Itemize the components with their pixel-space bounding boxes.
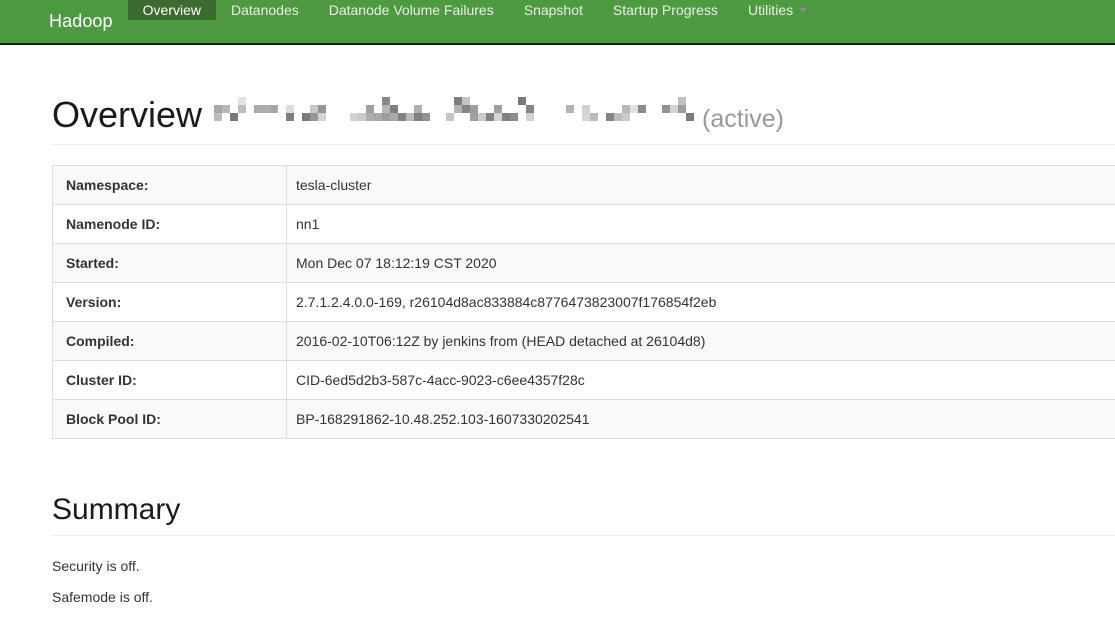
summary-header: Summary [52,479,1115,536]
table-cell-value: nn1 [286,203,1115,244]
table-row: Block Pool ID: BP-168291862-10.48.252.103… [52,398,1115,439]
summary-title: Summary [52,492,181,526]
overview-info-table-wrap: Namespace: tesla-cluster Namenode ID: nn1 St… [52,164,1115,439]
table-cell-key: Block Pool ID: [52,398,287,439]
status-safemode: Safemode is off. [52,588,153,605]
overview-info-table: Namespace: tesla-cluster Namenode ID: nn1 St… [52,164,1115,439]
nav-label: Utilities [747,2,794,18]
table-row: Compiled: 2016-02-10T06:12Z by jenkins fr… [52,320,1115,361]
nav-label: Datanode Volume Failures [328,2,494,18]
page-title: Overview (active) [52,95,1115,135]
table-cell-value: 2016-02-10T06:12Z by jenkins from (HEAD … [286,320,1115,361]
table-cell-key: Namespace: [52,164,287,205]
summary-status-list: Security is off. Safemode is off. [52,556,1115,607]
table-cell-key: Started: [52,242,287,283]
nav-label: Datanodes [231,2,299,18]
table-cell-key: Namenode ID: [52,203,287,244]
table-row: Version: 2.7.1.2.4.0.0-169, r26104d8ac833… [52,281,1115,322]
redacted-host-text [214,97,695,127]
main-nav: Overview Datanodes Datanode Volume Failu… [127,0,822,43]
nav-item-overview[interactable]: Overview [127,0,217,20]
table-row: Cluster ID: CID-6ed5d2b3-587c-4acc-9023-c… [52,359,1115,400]
table-row: Started: Mon Dec 07 18:12:19 CST 2020 [52,242,1115,283]
page-container: Overview (active) Namespace: tesla-cluste… [0,45,1115,607]
top-navbar: Hadoop Overview Datanodes Datanode Volum… [0,0,1115,45]
nav-item-snapshot[interactable]: Snapshot [509,0,598,20]
table-cell-value: Mon Dec 07 18:12:19 CST 2020 [286,242,1115,283]
table-cell-key: Compiled: [52,320,287,361]
brand-hadoop[interactable]: Hadoop [0,0,128,43]
table-cell-value: BP-168291862-10.48.252.103-1607330202541 [286,398,1115,439]
table-cell-value: 2.7.1.2.4.0.0-169, r26104d8ac833884c8776… [286,281,1115,322]
nav-label: Snapshot [523,2,583,18]
table-cell-value: CID-6ed5d2b3-587c-4acc-9023-c6ee4357f28c [286,359,1115,400]
nav-item-utilities[interactable]: Utilities [733,0,822,20]
chevron-down-icon [799,8,808,12]
table-row: Namespace: tesla-cluster [52,164,1115,205]
table-cell-key: Cluster ID: [52,359,287,400]
page-title-text: Overview [52,94,203,135]
nav-item-startup-progress[interactable]: Startup Progress [598,0,733,20]
table-cell-value: tesla-cluster [286,164,1115,205]
nav-item-datanodes[interactable]: Datanodes [216,0,314,20]
table-cell-key: Version: [52,281,287,322]
page-title-suffix: (active) [702,105,784,133]
page-header: Overview (active) [52,45,1115,145]
status-security: Security is off. [52,557,140,574]
table-row: Namenode ID: nn1 [52,203,1115,244]
nav-label: Overview [142,2,202,18]
nav-item-datanode-volume-failures[interactable]: Datanode Volume Failures [314,0,509,20]
nav-label: Startup Progress [612,2,718,18]
